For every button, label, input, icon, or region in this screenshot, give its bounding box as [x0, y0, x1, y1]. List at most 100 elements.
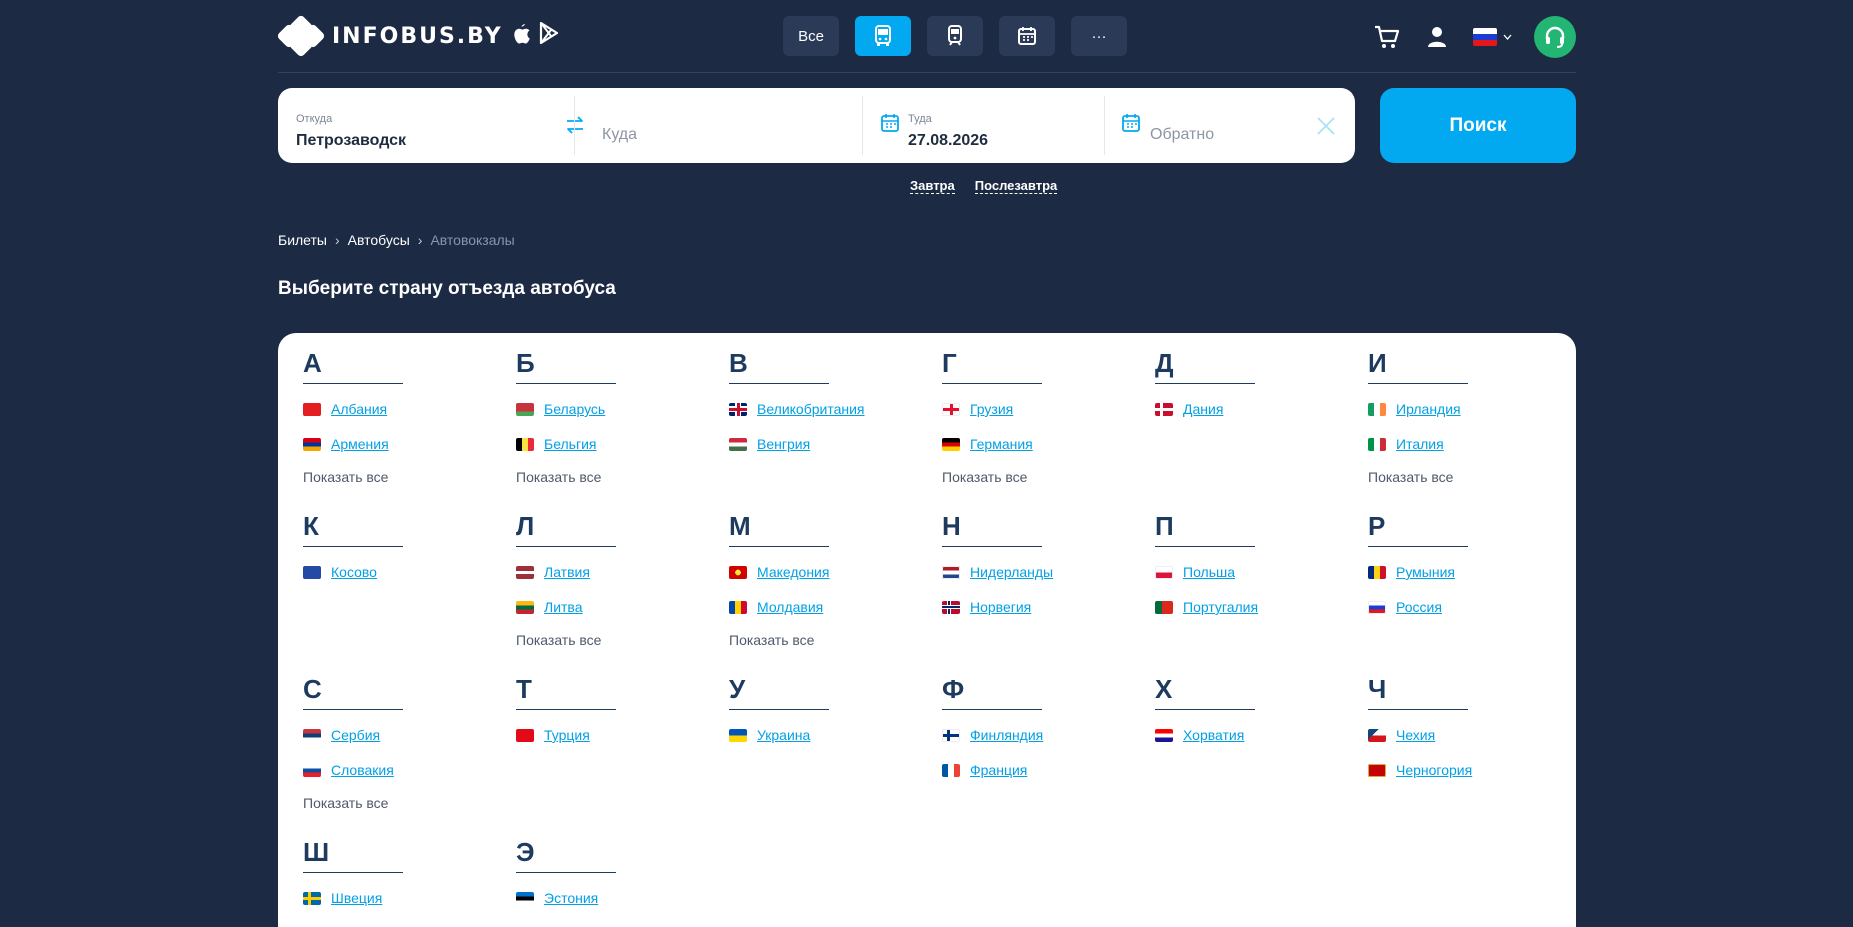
country-item[interactable]: Косово [303, 562, 503, 582]
country-link[interactable]: Франция [970, 762, 1027, 778]
country-link[interactable]: Молдавия [757, 599, 823, 615]
user-icon[interactable] [1423, 23, 1451, 51]
country-link[interactable]: Швеция [331, 890, 382, 906]
country-item[interactable]: Хорватия [1155, 725, 1355, 745]
from-field[interactable]: Откуда Петрозаводск [296, 96, 556, 155]
to-field[interactable]: Куда [602, 96, 832, 155]
country-item[interactable]: Норвегия [942, 597, 1142, 617]
show-all-link[interactable]: Показать все [942, 469, 1142, 485]
country-link[interactable]: Румыния [1396, 564, 1455, 580]
country-item[interactable]: Франция [942, 760, 1142, 780]
country-item[interactable]: Словакия [303, 760, 503, 780]
country-link[interactable]: Сербия [331, 727, 380, 743]
mode-bus-button[interactable] [855, 16, 911, 56]
mode-more-button[interactable]: ··· [1071, 16, 1127, 56]
cart-icon[interactable] [1373, 23, 1401, 51]
search-button[interactable]: Поиск [1380, 88, 1576, 163]
country-link[interactable]: Латвия [544, 564, 590, 580]
country-item[interactable]: Румыния [1368, 562, 1568, 582]
country-link[interactable]: Дания [1183, 401, 1223, 417]
country-link[interactable]: Польша [1183, 564, 1235, 580]
country-link[interactable]: Норвегия [970, 599, 1031, 615]
country-group-20: Э Эстония [516, 837, 716, 908]
country-item[interactable]: Италия [1368, 434, 1568, 454]
country-item[interactable]: Литва [516, 597, 716, 617]
country-item[interactable]: Чехия [1368, 725, 1568, 745]
country-item[interactable]: Македония [729, 562, 929, 582]
country-link[interactable]: Грузия [970, 401, 1013, 417]
country-link[interactable]: Хорватия [1183, 727, 1244, 743]
country-item[interactable]: Финляндия [942, 725, 1142, 745]
country-item[interactable]: Великобритания [729, 399, 929, 419]
country-link[interactable]: Беларусь [544, 401, 605, 417]
country-item[interactable]: Швеция [303, 888, 503, 908]
country-item[interactable]: Албания [303, 399, 503, 419]
country-link[interactable]: Нидерланды [970, 564, 1053, 580]
country-link[interactable]: Россия [1396, 599, 1442, 615]
country-item[interactable]: Венгрия [729, 434, 929, 454]
country-link[interactable]: Словакия [331, 762, 394, 778]
return-date-field[interactable]: Обратно [1150, 96, 1300, 155]
country-item[interactable]: Россия [1368, 597, 1568, 617]
country-link[interactable]: Италия [1396, 436, 1444, 452]
day-after-tomorrow-link[interactable]: Послезавтра [974, 178, 1058, 194]
country-item[interactable]: Латвия [516, 562, 716, 582]
country-item[interactable]: Грузия [942, 399, 1142, 419]
country-item[interactable]: Германия [942, 434, 1142, 454]
clear-icon[interactable] [1316, 116, 1336, 141]
logo[interactable]: INFOBUS.BY [276, 14, 559, 58]
country-item[interactable]: Бельгия [516, 434, 716, 454]
show-all-link[interactable]: Показать все [303, 795, 503, 811]
google-play-icon[interactable] [539, 21, 559, 50]
country-item[interactable]: Нидерланды [942, 562, 1142, 582]
country-link[interactable]: Армения [331, 436, 389, 452]
country-link[interactable]: Украина [757, 727, 810, 743]
country-link[interactable]: Великобритания [757, 401, 865, 417]
country-item[interactable]: Польша [1155, 562, 1355, 582]
country-item[interactable]: Черногория [1368, 760, 1568, 780]
country-item[interactable]: Португалия [1155, 597, 1355, 617]
swap-icon[interactable] [565, 115, 585, 140]
search-form: Откуда Петрозаводск Куда Туда 27.08.2026… [278, 88, 1355, 163]
country-link[interactable]: Бельгия [544, 436, 596, 452]
show-all-link[interactable]: Показать все [1368, 469, 1568, 485]
show-all-link[interactable]: Показать все [303, 469, 503, 485]
field-divider [1104, 96, 1105, 155]
country-link[interactable]: Венгрия [757, 436, 810, 452]
country-item[interactable]: Эстония [516, 888, 716, 908]
country-link[interactable]: Финляндия [970, 727, 1043, 743]
country-item[interactable]: Молдавия [729, 597, 929, 617]
country-link[interactable]: Черногория [1396, 762, 1472, 778]
language-selector[interactable] [1473, 28, 1512, 46]
show-all-link[interactable]: Показать все [516, 469, 716, 485]
departure-date-field[interactable]: Туда 27.08.2026 [908, 96, 1088, 155]
apple-icon[interactable] [511, 22, 531, 50]
tomorrow-link[interactable]: Завтра [910, 178, 955, 194]
mode-calendar-button[interactable] [999, 16, 1055, 56]
country-link[interactable]: Албания [331, 401, 387, 417]
country-item[interactable]: Беларусь [516, 399, 716, 419]
country-link[interactable]: Македония [757, 564, 829, 580]
country-link[interactable]: Косово [331, 564, 377, 580]
country-link[interactable]: Эстония [544, 890, 598, 906]
country-link[interactable]: Португалия [1183, 599, 1258, 615]
show-all-link[interactable]: Показать все [516, 632, 716, 648]
country-link[interactable]: Литва [544, 599, 583, 615]
country-link[interactable]: Германия [970, 436, 1033, 452]
country-item[interactable]: Турция [516, 725, 716, 745]
country-item[interactable]: Дания [1155, 399, 1355, 419]
country-item[interactable]: Швейцария [303, 923, 503, 927]
show-all-link[interactable]: Показать все [729, 632, 929, 648]
country-item[interactable]: Сербия [303, 725, 503, 745]
country-item[interactable]: Ирландия [1368, 399, 1568, 419]
country-item[interactable]: Украина [729, 725, 929, 745]
country-link[interactable]: Ирландия [1396, 401, 1461, 417]
country-link[interactable]: Турция [544, 727, 590, 743]
mode-all-button[interactable]: Все [783, 16, 839, 56]
breadcrumb-tickets[interactable]: Билеты [278, 232, 327, 248]
breadcrumb-buses[interactable]: Автобусы [348, 232, 410, 248]
country-item[interactable]: Армения [303, 434, 503, 454]
mode-train-button[interactable] [927, 16, 983, 56]
support-button[interactable] [1534, 16, 1576, 58]
country-link[interactable]: Чехия [1396, 727, 1435, 743]
